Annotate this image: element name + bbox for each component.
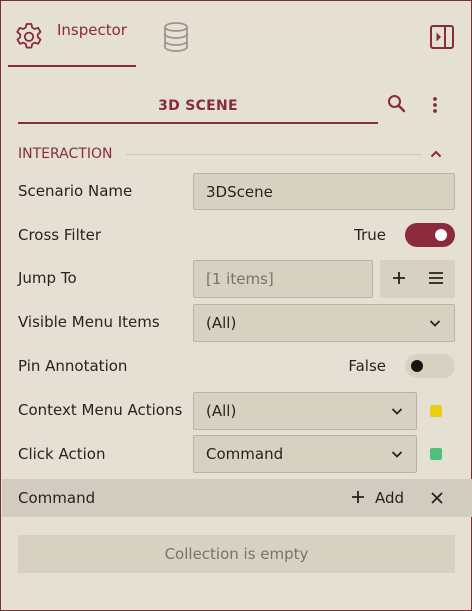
context-menu-actions-label: Context Menu Actions: [18, 401, 183, 419]
visible-menu-items-select[interactable]: (All): [193, 304, 455, 342]
tab-bar: Inspector: [1, 1, 471, 71]
component-title-row: 3D SCENE: [18, 89, 454, 125]
pin-annotation-toggle[interactable]: [405, 354, 455, 378]
scenario-name-input[interactable]: 3DScene: [193, 173, 455, 210]
jump-to-label: Jump To: [18, 269, 77, 287]
tab-data-source[interactable]: [161, 21, 191, 53]
jump-to-add-button[interactable]: [380, 260, 417, 298]
gear-icon: [13, 21, 45, 57]
tab-inspector[interactable]: Inspector: [8, 13, 136, 67]
cross-filter-toggle[interactable]: [405, 223, 455, 247]
pin-annotation-label: Pin Annotation: [18, 357, 128, 375]
plus-icon: [392, 270, 406, 289]
click-action-status-swatch: [430, 448, 442, 460]
panel-toggle-button[interactable]: [428, 23, 456, 51]
command-label: Command: [18, 489, 96, 507]
section-title: INTERACTION: [18, 146, 113, 162]
empty-collection-message: Collection is empty: [18, 535, 455, 573]
search-button[interactable]: [386, 93, 408, 115]
more-options-button[interactable]: [426, 93, 444, 117]
context-menu-actions-value: (All): [206, 402, 237, 420]
command-add-button[interactable]: Add: [351, 486, 404, 510]
chevron-up-icon: [428, 146, 444, 162]
database-icon: [161, 22, 191, 57]
context-menu-actions-status-swatch: [430, 405, 442, 417]
component-title[interactable]: 3D SCENE: [18, 89, 378, 123]
click-action-label: Click Action: [18, 445, 106, 463]
more-vertical-icon: [426, 97, 444, 121]
toggle-knob: [411, 360, 423, 372]
toggle-knob: [435, 229, 447, 241]
active-tab-indicator: [8, 65, 136, 67]
click-action-select[interactable]: Command: [193, 435, 417, 473]
click-action-value: Command: [206, 445, 284, 463]
chevron-down-icon: [428, 316, 442, 330]
panel-toggle-icon: [428, 25, 456, 55]
chevron-down-icon: [390, 404, 404, 418]
cross-filter-state: True: [354, 226, 386, 244]
section-divider: [126, 154, 422, 155]
jump-to-actions: [380, 260, 455, 298]
tab-inspector-label: Inspector: [57, 21, 127, 39]
title-underline: [18, 122, 378, 124]
section-interaction-header[interactable]: INTERACTION: [18, 143, 454, 165]
inspector-panel: Inspector 3D SCENE INTERACTION Scenario …: [0, 0, 472, 611]
cross-filter-label: Cross Filter: [18, 226, 102, 244]
close-icon: [428, 492, 446, 511]
visible-menu-items-value: (All): [206, 314, 237, 332]
context-menu-actions-select[interactable]: (All): [193, 392, 417, 430]
visible-menu-items-label: Visible Menu Items: [18, 313, 160, 331]
pin-annotation-state: False: [348, 357, 386, 375]
jump-to-list-button[interactable]: [417, 260, 454, 298]
search-icon: [386, 95, 408, 119]
menu-icon: [428, 270, 444, 289]
jump-to-field[interactable]: [1 items]: [193, 260, 373, 298]
command-add-label: Add: [375, 489, 405, 507]
command-remove-button[interactable]: [428, 489, 446, 507]
plus-icon: [351, 489, 365, 508]
chevron-down-icon: [390, 447, 404, 461]
scenario-name-label: Scenario Name: [18, 182, 133, 200]
command-header: Command Add: [2, 479, 472, 517]
